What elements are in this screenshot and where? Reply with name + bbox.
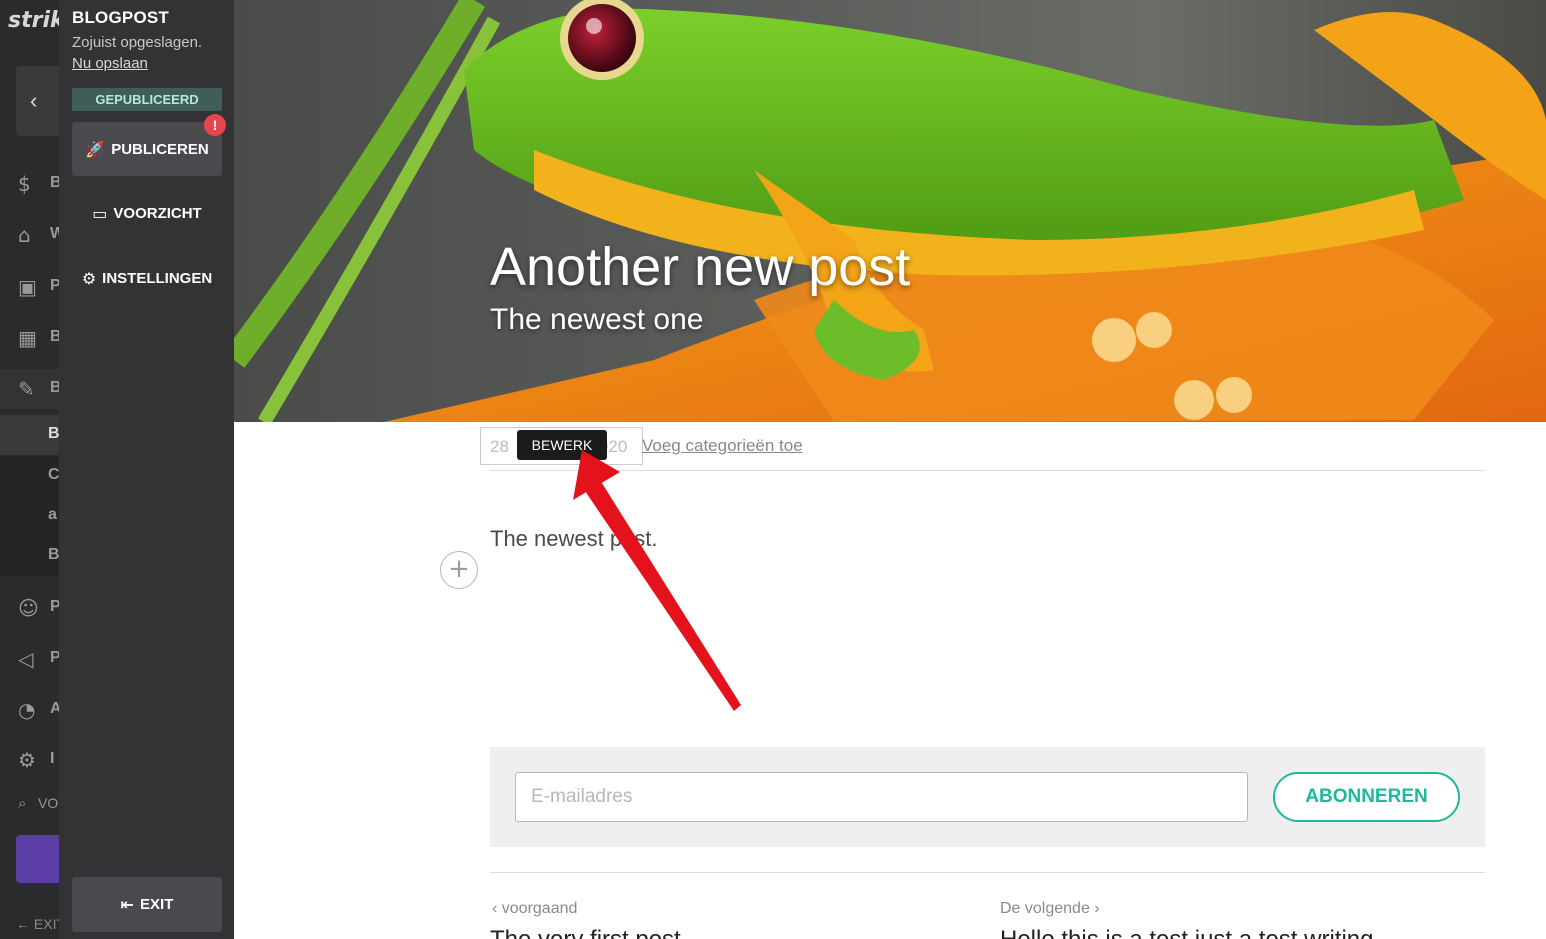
search-icon: ⌕ — [18, 794, 27, 812]
nav-search[interactable]: ⌕ VO — [0, 785, 60, 825]
nav-item-blog[interactable]: ✎ B — [0, 369, 60, 409]
next-post-link[interactable]: De volgende › — [1000, 900, 1100, 918]
store-icon: ⌂ — [18, 223, 31, 247]
chevron-right-icon: › — [1089, 900, 1100, 917]
edit-tooltip[interactable]: BEWERK — [517, 430, 607, 460]
subscribe-box: ABONNEREN — [490, 747, 1485, 847]
chevron-left-icon: ‹ — [492, 900, 502, 917]
exit-icon: ⇤ — [120, 895, 135, 914]
nav-item-1[interactable]: $ B — [0, 164, 60, 204]
gear-icon: ⚙ — [81, 268, 97, 288]
arrow-shaft — [583, 480, 741, 711]
sub-item-4[interactable]: B — [0, 536, 60, 576]
megaphone-icon: ◁ — [18, 647, 34, 671]
app-logo: strik — [8, 8, 60, 33]
settings-icon: ⚙ — [18, 748, 36, 772]
sub-item-1[interactable]: B — [0, 415, 60, 455]
chevron-left-icon: ‹ — [30, 88, 38, 113]
alert-badge: ! — [204, 114, 226, 136]
dollar-icon: $ — [18, 172, 31, 196]
exit-button[interactable]: ⇤ EXIT — [72, 877, 222, 932]
add-block-button[interactable]: + — [440, 551, 478, 589]
sub-item-3[interactable]: a — [0, 496, 60, 536]
next-post-title[interactable]: Hello this is a test just a test writing — [1000, 926, 1373, 939]
published-badge: GEPUBLICEERD — [72, 88, 222, 111]
subscribe-button[interactable]: ABONNEREN — [1273, 772, 1460, 822]
divider — [490, 872, 1485, 873]
back-button[interactable]: ‹ — [16, 66, 60, 136]
pie-chart-icon: ◔ — [18, 698, 36, 722]
calendar-icon: ▦ — [18, 326, 37, 350]
app-sidebar: strik ‹ $ B ⌂ W ▣ P ▦ B ✎ B B C a B ☺ P ◁ P ◔ A … — [0, 0, 60, 939]
rocket-icon: 🚀 — [85, 139, 106, 159]
nav-item-7[interactable]: ◔ A — [0, 690, 60, 730]
sub-item-2[interactable]: C — [0, 456, 60, 496]
email-input[interactable] — [515, 772, 1248, 822]
cover-image[interactable]: Another new post The newest one — [234, 0, 1546, 422]
save-now-link[interactable]: Nu opslaan — [72, 55, 148, 72]
post-title[interactable]: Another new post — [490, 236, 910, 298]
briefcase-icon: ▣ — [18, 275, 37, 299]
divider — [490, 470, 1485, 471]
quill-icon: ✎ — [18, 377, 35, 401]
arrow-left-icon: ← — [16, 916, 34, 932]
preview-button[interactable]: ▭ VOORZICHT — [72, 186, 222, 240]
post-body[interactable]: The newest post. — [490, 526, 658, 552]
editor-panel: BLOGPOST Zojuist opgeslagen. Nu opslaan … — [59, 0, 234, 939]
users-icon: ☺ — [18, 596, 39, 620]
previous-post-link[interactable]: ‹ voorgaand — [492, 900, 577, 918]
nav-item-3[interactable]: ▣ P — [0, 267, 60, 307]
frog-illustration — [234, 0, 1546, 422]
add-categories-link[interactable]: Voeg categorieën toe — [642, 436, 803, 456]
settings-button[interactable]: ⚙ INSTELLINGEN — [72, 251, 222, 305]
nav-item-4[interactable]: ▦ B — [0, 318, 60, 358]
nav-item-6[interactable]: ◁ P — [0, 639, 60, 679]
nav-item-8[interactable]: ⚙ I — [0, 740, 60, 780]
nav-item-5[interactable]: ☺ P — [0, 588, 60, 628]
save-status: Zojuist opgeslagen. — [72, 34, 203, 51]
panel-title: BLOGPOST — [72, 8, 169, 27]
app-exit-link[interactable]: ← EXIT — [16, 916, 60, 932]
devices-icon: ▭ — [92, 203, 108, 223]
nav-item-2[interactable]: ⌂ W — [0, 215, 60, 255]
publish-button[interactable]: 🚀 PUBLICEREN — [72, 122, 222, 176]
post-subtitle[interactable]: The newest one — [490, 303, 703, 337]
upgrade-button[interactable] — [16, 835, 60, 883]
previous-post-title[interactable]: The very first post — [490, 926, 681, 939]
